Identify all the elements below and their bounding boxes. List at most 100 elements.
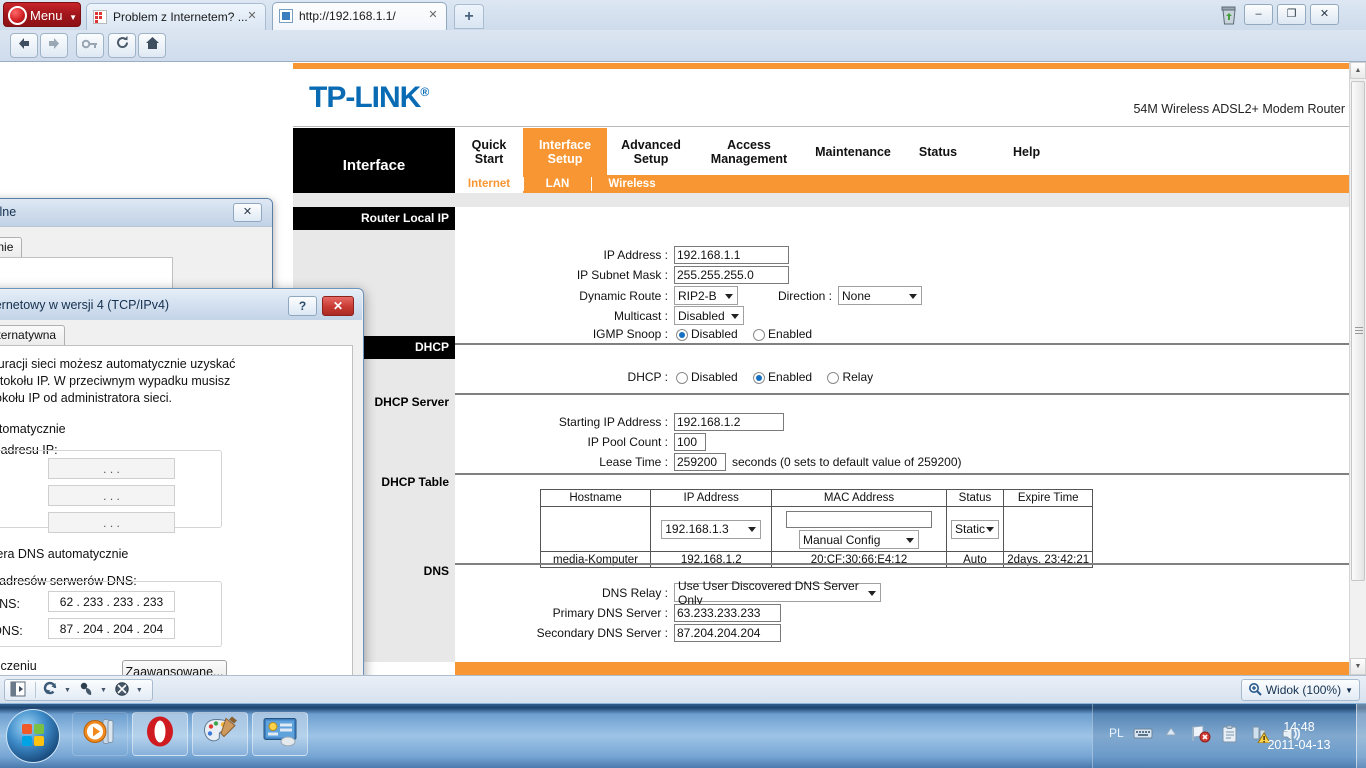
images-icon[interactable] (78, 681, 98, 699)
radio-auto-ip-label[interactable]: Uzyskaj adres IP automatycznie (0, 421, 66, 438)
window-close-button[interactable]: ✕ (1310, 4, 1339, 25)
nav-quick-start[interactable]: Quick Start (455, 128, 523, 175)
tab-close-icon-0[interactable]: ✕ (245, 9, 259, 23)
dhcp-radio-enabled[interactable] (753, 371, 766, 384)
field-dhcp-label: DHCP : (627, 370, 668, 384)
tcpip4-description-line1: odpowiedniej konfiguracji sieci możesz a… (0, 357, 236, 371)
radio-auto-dns-label[interactable]: Uzyskaj adres serwera DNS automatycznie (0, 546, 128, 563)
window-minimize-button[interactable]: – (1244, 4, 1273, 25)
zoom-dropdown-icon[interactable]: ▼ (1345, 686, 1353, 695)
nav-status[interactable]: Status (903, 128, 973, 175)
igmp-radio-enabled[interactable] (753, 328, 766, 341)
igmp-radio-disabled[interactable] (676, 328, 688, 341)
secondary-dns-input[interactable]: 87.204.204.204 (674, 624, 781, 642)
dhcp-th-mac-address: MAC Address (771, 489, 947, 507)
show-hidden-icons-icon[interactable] (1163, 725, 1183, 745)
keyboard-icon[interactable] (1133, 725, 1153, 745)
nav-help[interactable]: Help (985, 128, 1366, 175)
nav-interface-setup-line2: Setup (547, 151, 583, 166)
advanced-button[interactable]: Zaawansowane... (122, 660, 227, 675)
browser-tab-1[interactable]: http://192.168.1.1/ ✕ (272, 2, 447, 30)
ip-subnet-mask-input[interactable]: 255.255.255.0 (674, 266, 789, 284)
default-gateway-field[interactable]: . . . (48, 512, 175, 533)
field-ip-pool-count-label: IP Pool Count : (587, 435, 669, 449)
dhcp-edit-status-select[interactable]: Static (950, 519, 999, 539)
field-ip-pool-count: IP Pool Count : 100 (455, 433, 706, 451)
tray-language-indicator[interactable]: PL (1109, 726, 1124, 740)
field-dns-relay: DNS Relay : Use User Discovered DNS Serv… (455, 579, 881, 607)
dhcp-edit-ip-select[interactable]: 192.168.1.3 (661, 519, 762, 539)
dhcp-radio-disabled[interactable] (676, 371, 688, 384)
subnav-wireless[interactable]: Wireless (592, 175, 672, 193)
subnet-mask-field[interactable]: . . . (48, 485, 175, 506)
preferred-dns-field[interactable]: 62 . 233 . 233 . 233 (48, 591, 175, 612)
subnav-internet[interactable]: Internet (455, 175, 523, 193)
dynamic-route-select[interactable]: RIP2-B (674, 286, 738, 305)
alternate-dns-field[interactable]: 87 . 204 . 204 . 204 (48, 618, 175, 639)
panel-toggle-icon[interactable] (9, 681, 29, 699)
opera-menu-button[interactable]: Menu ▼ (3, 2, 81, 27)
direction-select[interactable]: None (838, 286, 922, 305)
home-button[interactable] (138, 33, 166, 58)
field-ip-address-label: IP Address : (603, 248, 668, 262)
recycle-bin-icon[interactable] (1218, 4, 1240, 26)
show-desktop-button[interactable] (1356, 704, 1366, 768)
taskbar-paint[interactable] (192, 712, 248, 756)
action-center-icon[interactable] (1191, 725, 1211, 745)
tplink-logo-text: TP-LINK (309, 81, 421, 114)
browser-tab-0[interactable]: Problem z Internetem? ... ✕ (86, 3, 266, 30)
ip-address-input[interactable]: 192.168.1.1 (674, 246, 789, 264)
ip-pool-count-input[interactable]: 100 (674, 433, 706, 451)
clipboard-icon[interactable] (1221, 725, 1241, 745)
nav-maintenance[interactable]: Maintenance (803, 128, 903, 175)
starting-ip-input[interactable]: 192.168.1.2 (674, 413, 784, 431)
nav-access-management[interactable]: Access Management (695, 128, 803, 175)
zoom-level-label: Widok (100%) (1265, 683, 1342, 697)
page-icon (93, 10, 107, 24)
dhcp-edit-mac-mode-select[interactable]: Manual Config (799, 530, 919, 549)
tab-close-icon-1[interactable]: ✕ (426, 8, 440, 22)
dhcp-edit-mac-input[interactable] (786, 511, 932, 528)
dhcp-radio-relay[interactable] (827, 371, 840, 384)
tcpip4-tab-alternate-config[interactable]: Konfiguracja alternatywna (0, 325, 66, 346)
tcpip4-description-line2: ędne ustawienia protokołu IP. W przeciwn… (0, 374, 231, 388)
scroll-down-arrow-icon[interactable]: ▼ (1350, 658, 1366, 675)
content-blocker-dropdown-icon[interactable]: ▼ (136, 687, 143, 694)
start-button[interactable] (6, 709, 60, 763)
sync-dropdown-icon[interactable]: ▼ (64, 687, 71, 694)
tcpip4-close-button[interactable]: ✕ (322, 296, 354, 316)
help-button[interactable]: ? (288, 296, 317, 316)
images-dropdown-icon[interactable]: ▼ (100, 687, 107, 694)
subnav-lan[interactable]: LAN (524, 175, 591, 193)
ip-address-field[interactable]: . . . (48, 458, 175, 479)
zoom-level-button[interactable]: Widok (100%) ▼ (1240, 679, 1360, 701)
taskbar-windows-media-player[interactable] (72, 712, 128, 756)
back-button[interactable] (10, 33, 38, 58)
nav-interface-setup[interactable]: Interface Setup (523, 128, 607, 175)
new-tab-button[interactable]: + (454, 4, 484, 29)
dns-relay-select[interactable]: Use User Discovered DNS Server Only (674, 579, 881, 607)
reload-button[interactable] (108, 33, 136, 58)
nav-advanced-setup[interactable]: Advanced Setup (607, 128, 695, 175)
scroll-up-arrow-icon[interactable]: ▲ (1350, 62, 1366, 79)
multicast-select[interactable]: Disabled (674, 306, 744, 325)
sync-icon[interactable] (42, 681, 62, 699)
content-blocker-icon[interactable] (114, 681, 134, 699)
forward-button[interactable] (40, 33, 68, 58)
local-connection-close-button[interactable]: ✕ (233, 203, 262, 222)
page-scrollbar[interactable]: ▲ ▼ (1349, 62, 1366, 675)
primary-dns-input[interactable]: 63.233.233.233 (674, 604, 781, 622)
lease-time-input[interactable]: 259200 (674, 453, 726, 471)
local-connection-tab-sharing[interactable]: ępnianie (0, 237, 23, 258)
password-key-button[interactable] (76, 33, 104, 58)
taskbar-network-connections[interactable] (252, 712, 308, 756)
scrollbar-thumb[interactable] (1351, 81, 1365, 581)
registered-mark-icon: ® (420, 85, 429, 99)
field-dhcp: DHCP : Disabled Enabled Relay (455, 370, 885, 384)
tray-clock[interactable]: 14:48 2011-04-13 (1254, 718, 1344, 754)
section-label-router-local-ip: Router Local IP (293, 207, 455, 230)
dhcp-th-hostname: Hostname (539, 489, 652, 507)
window-restore-button[interactable]: ❐ (1277, 4, 1306, 25)
dhcp-edit-expire (1003, 506, 1093, 552)
taskbar-opera-browser[interactable] (132, 712, 188, 756)
